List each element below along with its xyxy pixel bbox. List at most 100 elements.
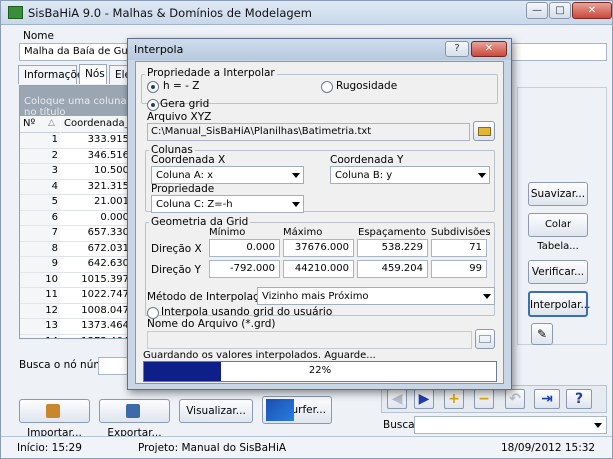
table-row[interactable]: 2 346.516 [20, 148, 131, 164]
column-header-coordenada-x[interactable]: Coordenada_X [61, 116, 131, 133]
coordenada-x-cell[interactable]: 1373.464 [62, 335, 131, 339]
coordenada-x-cell[interactable]: 321.315 [62, 180, 131, 194]
direcao-x-espacamento[interactable]: 538.229 [357, 239, 428, 257]
table-row[interactable]: 141373.464 [20, 334, 131, 339]
table-row[interactable]: 11 1022.747 [20, 288, 131, 304]
row-number: 11 [20, 288, 60, 303]
surfer-button[interactable]: Surfer... [262, 396, 332, 424]
direcao-x-subdivisoes[interactable]: 71 [431, 239, 487, 257]
arquivo-xyz-field[interactable]: C:\Manual_SisBaHiA\Planilhas\Batimetria.… [147, 123, 470, 141]
row-number: 9 [20, 257, 60, 272]
table-row[interactable]: 13 1373.464 [20, 319, 131, 335]
column-header-n[interactable]: Nº △ [20, 116, 60, 133]
help-icon: ? [574, 391, 584, 407]
busca-combo[interactable] [414, 416, 607, 434]
h-radio[interactable] [147, 81, 159, 93]
rugosidade-radio[interactable] [321, 81, 333, 93]
dialog-help-button[interactable]: ? [445, 41, 469, 57]
table-row[interactable]: 9 642.630 [20, 257, 131, 273]
maximize-button[interactable]: □ [549, 2, 571, 19]
minimo-header: Mínimo [209, 227, 246, 238]
busca-no-input[interactable] [98, 357, 130, 375]
coordenada-x-cell[interactable]: 1022.747 [62, 288, 131, 302]
coordenada-x-cell[interactable]: 642.630 [62, 257, 131, 271]
coordenada-x-cell[interactable]: 21.001 [62, 195, 131, 209]
table-row[interactable]: 6 0.000 [20, 210, 131, 226]
chevron-down-icon [292, 202, 300, 207]
minus-button[interactable]: − [474, 389, 494, 409]
importar-button[interactable]: Importar... [19, 399, 90, 439]
nome-arquivo-field[interactable] [147, 331, 472, 349]
tab-informacoes[interactable]: Informações [18, 65, 89, 84]
arrow-right-button[interactable]: ▶ [414, 389, 434, 409]
propriedade-group-label: Propriedade a Interpolar [145, 67, 277, 79]
coordenada-x-cell[interactable]: 1015.397 [62, 273, 131, 287]
propriedade-select[interactable]: Coluna C: Z=-h [151, 195, 304, 213]
coordenada-x-cell[interactable]: 0.000 [62, 211, 131, 225]
arrow-right-icon: ▶ [418, 391, 430, 407]
browse-folder-button[interactable] [473, 121, 495, 141]
direcao-y-espacamento[interactable]: 459.204 [357, 260, 428, 278]
coordenada-x-cell[interactable]: 657.330 [62, 226, 131, 240]
row-number: 6 [20, 210, 60, 225]
coordenada-x-cell[interactable]: 672.031 [62, 242, 131, 256]
chevron-down-icon [594, 423, 602, 428]
coordenada-x-cell[interactable]: 10.500 [62, 164, 131, 178]
direcao-x-max[interactable]: 37676.000 [283, 239, 354, 257]
table-row[interactable]: 1 333.915 [20, 133, 131, 149]
chevron-down-icon [292, 173, 300, 178]
minus-icon: − [478, 391, 490, 407]
coordenada-x-cell[interactable]: 1008.047 [62, 304, 131, 318]
import-icon [46, 404, 60, 418]
suavizar-button[interactable]: Suavizar... [528, 182, 588, 206]
direcao-y-max[interactable]: 44210.000 [283, 260, 354, 278]
row-number: 1 [20, 133, 60, 148]
chevron-down-icon [478, 173, 486, 178]
verificar-button[interactable]: Verificar... [528, 260, 588, 284]
direcao-y-label: Direção Y [151, 264, 201, 276]
busca-label: Busca: [383, 419, 419, 431]
direcao-y-subdivisoes[interactable]: 99 [431, 260, 487, 278]
exit-button[interactable]: ⇥ [534, 389, 560, 409]
undo-button[interactable]: ↶ [505, 389, 525, 409]
arrow-left-icon: ◀ [391, 391, 403, 407]
metodo-select[interactable]: Vizinho mais Próximo [257, 287, 495, 305]
arrow-left-button[interactable]: ◀ [387, 389, 407, 409]
column-n-label: Nº [23, 118, 36, 129]
coordenada-x-cell[interactable]: 1373.464 [62, 319, 131, 333]
browse-grd-button[interactable] [475, 329, 495, 349]
nome-label: Nome [23, 30, 54, 42]
coordenada-x-cell[interactable]: 346.516 [62, 149, 131, 163]
status-inicio: Início: 15:29 [17, 442, 82, 454]
table-row[interactable]: 10 1015.397 [20, 272, 131, 288]
direcao-y-min[interactable]: -792.000 [209, 260, 280, 278]
visualizar-button[interactable]: Visualizar... [179, 399, 253, 423]
colar-tabela-button[interactable]: Colar Tabela... [528, 213, 588, 252]
minimize-button[interactable]: — [526, 2, 548, 19]
exportar-button[interactable]: Exportar... [99, 399, 170, 439]
direcao-x-min[interactable]: 0.000 [209, 239, 280, 257]
gera-grid-radio[interactable] [147, 99, 159, 111]
row-number: 3 [20, 164, 60, 179]
row-number: 2 [20, 148, 60, 163]
tab-nos[interactable]: Nós [79, 64, 107, 84]
close-button[interactable]: ✕ [572, 2, 612, 19]
coord-x-select[interactable]: Coluna A: x [151, 166, 304, 184]
table-row[interactable]: 3 10.500 [20, 164, 131, 180]
coord-y-select[interactable]: Coluna B: y [330, 166, 490, 184]
dialog-close-button[interactable]: ✕ [471, 41, 507, 57]
table-row[interactable]: 8 672.031 [20, 241, 131, 257]
table-row[interactable]: 5 21.001 [20, 195, 131, 211]
undo-icon: ↶ [509, 391, 521, 407]
plus-button[interactable]: + [444, 389, 464, 409]
coordenada-x-cell[interactable]: 333.915 [62, 133, 131, 147]
subdivisoes-header: Subdivisões [431, 227, 491, 238]
window-title: SisBaHiA 9.0 - Malhas & Domínios de Mode… [28, 6, 312, 20]
status-projeto: Projeto: Manual do SisBaHiA [138, 442, 287, 454]
interpolar-button[interactable]: Interpolar... [528, 291, 590, 317]
edit-pencil-button[interactable]: ✎ [531, 323, 553, 345]
table-row[interactable]: 7 657.330 [20, 226, 131, 242]
table-row[interactable]: 12 1008.047 [20, 303, 131, 319]
help-button[interactable]: ? [566, 389, 592, 409]
table-row[interactable]: 4 321.315 [20, 179, 131, 195]
